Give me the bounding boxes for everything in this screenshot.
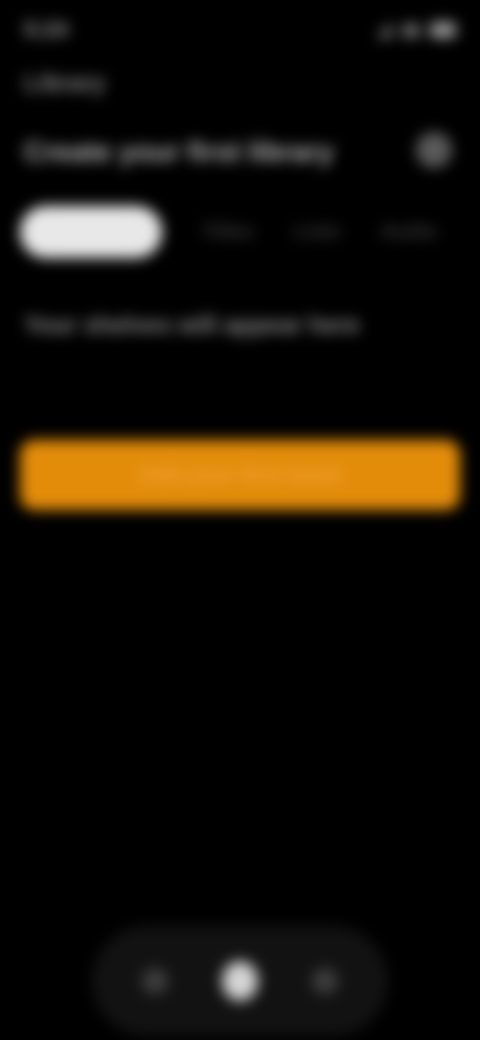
signal-icon (376, 22, 392, 38)
app-name: Library (24, 70, 106, 97)
tab-shelves[interactable]: Shelves (20, 206, 162, 258)
profile-icon (312, 968, 339, 994)
page-title: Create your first library (24, 136, 334, 167)
tab-lists[interactable]: Lists (294, 221, 341, 244)
tab-bar: Shelves Titles Lists Audio (20, 204, 480, 260)
tab-titles[interactable]: Titles (202, 221, 254, 244)
app-screen: 5:24 Library Create your first library S… (0, 0, 480, 1040)
battery-icon (430, 22, 456, 38)
status-bar: 5:24 (24, 14, 456, 46)
more-vertical-icon[interactable] (416, 132, 452, 168)
library-icon (221, 961, 258, 1001)
home-icon (141, 968, 168, 994)
status-time: 5:24 (24, 17, 69, 42)
nav-profile[interactable] (307, 963, 343, 999)
tab-audio[interactable]: Audio (381, 221, 438, 244)
nav-home[interactable] (137, 963, 173, 999)
add-book-button[interactable]: Add your first book (20, 440, 460, 510)
wifi-icon (402, 23, 420, 37)
bottom-nav (92, 926, 388, 1036)
section-heading: Your shelves will appear here (24, 312, 360, 339)
nav-library[interactable] (221, 961, 258, 1001)
